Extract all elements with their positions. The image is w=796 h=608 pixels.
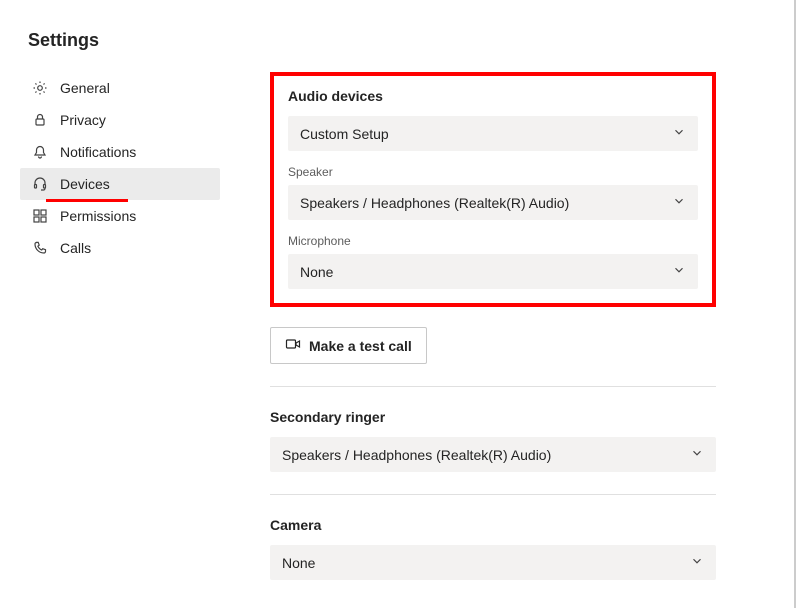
- secondary-ringer-title: Secondary ringer: [270, 409, 716, 425]
- red-highlight-box: Audio devices Custom Setup Speaker Speak…: [270, 72, 716, 307]
- sidebar-item-label: Calls: [60, 240, 91, 256]
- sidebar-item-label: General: [60, 80, 110, 96]
- dropdown-value: None: [300, 264, 333, 280]
- chevron-down-icon: [690, 446, 704, 463]
- chevron-down-icon: [690, 554, 704, 571]
- microphone-label: Microphone: [288, 234, 698, 248]
- button-label: Make a test call: [309, 338, 412, 354]
- sidebar-item-label: Notifications: [60, 144, 136, 160]
- main-panel: Audio devices Custom Setup Speaker Speak…: [220, 72, 796, 580]
- lock-icon: [32, 112, 48, 128]
- divider: [270, 494, 716, 495]
- sidebar-item-devices[interactable]: Devices: [20, 168, 220, 200]
- chevron-down-icon: [672, 263, 686, 280]
- chevron-down-icon: [672, 125, 686, 142]
- phone-icon: [32, 240, 48, 256]
- sidebar-item-label: Privacy: [60, 112, 106, 128]
- bell-icon: [32, 144, 48, 160]
- video-call-icon: [285, 336, 301, 355]
- camera-dropdown[interactable]: None: [270, 545, 716, 580]
- sidebar-item-calls[interactable]: Calls: [20, 232, 220, 264]
- dropdown-value: Custom Setup: [300, 126, 389, 142]
- headset-icon: [32, 176, 48, 192]
- sidebar-item-label: Permissions: [60, 208, 136, 224]
- page-title: Settings: [28, 30, 99, 51]
- sidebar-item-notifications[interactable]: Notifications: [20, 136, 220, 168]
- apps-icon: [32, 208, 48, 224]
- speaker-label: Speaker: [288, 165, 698, 179]
- gear-icon: [32, 80, 48, 96]
- camera-title: Camera: [270, 517, 716, 533]
- sidebar-item-general[interactable]: General: [20, 72, 220, 104]
- secondary-ringer-dropdown[interactable]: Speakers / Headphones (Realtek(R) Audio): [270, 437, 716, 472]
- make-test-call-button[interactable]: Make a test call: [270, 327, 427, 364]
- sidebar-item-permissions[interactable]: Permissions: [20, 200, 220, 232]
- divider: [270, 386, 716, 387]
- dropdown-value: Speakers / Headphones (Realtek(R) Audio): [300, 195, 569, 211]
- audio-devices-title: Audio devices: [288, 88, 698, 104]
- microphone-dropdown[interactable]: None: [288, 254, 698, 289]
- header: Settings: [0, 0, 796, 72]
- sidebar-item-label: Devices: [60, 176, 110, 192]
- speaker-dropdown[interactable]: Speakers / Headphones (Realtek(R) Audio): [288, 185, 698, 220]
- dropdown-value: None: [282, 555, 315, 571]
- dropdown-value: Speakers / Headphones (Realtek(R) Audio): [282, 447, 551, 463]
- close-button[interactable]: [760, 28, 768, 52]
- sidebar: General Privacy Notifications Devices: [20, 72, 220, 580]
- sidebar-item-privacy[interactable]: Privacy: [20, 104, 220, 136]
- audio-setup-dropdown[interactable]: Custom Setup: [288, 116, 698, 151]
- chevron-down-icon: [672, 194, 686, 211]
